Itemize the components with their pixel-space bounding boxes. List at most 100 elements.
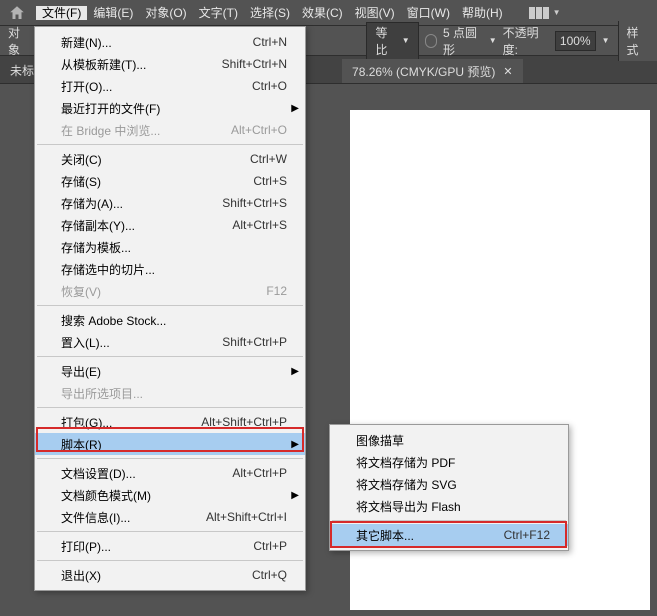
menubar-item[interactable]: 窗口(W) bbox=[401, 6, 456, 20]
file-menu-item[interactable]: 文件信息(I)...Alt+Shift+Ctrl+I bbox=[35, 506, 305, 528]
file-menu-item[interactable]: 存储(S) Ctrl+S bbox=[35, 170, 305, 192]
menu-item-label: 打印(P)... bbox=[61, 538, 233, 555]
opacity-field[interactable]: 100% bbox=[555, 31, 596, 51]
file-menu-item[interactable]: 退出(X) Ctrl+Q bbox=[35, 564, 305, 586]
submenu-arrow-icon: ▶ bbox=[291, 366, 299, 377]
menu-separator bbox=[37, 305, 303, 306]
menu-item-label: 新建(N)... bbox=[61, 34, 233, 51]
menu-item-label: 图像描草 bbox=[356, 432, 550, 449]
close-icon[interactable]: ✕ bbox=[503, 65, 512, 78]
menu-separator bbox=[37, 407, 303, 408]
menu-item-label: 打包(G)... bbox=[61, 414, 181, 431]
menu-item-accelerator: Ctrl+F12 bbox=[504, 528, 550, 542]
opacity-dropdown-icon[interactable]: ▼ bbox=[602, 36, 610, 45]
menubar-item[interactable]: 文件(F) bbox=[36, 6, 87, 20]
menu-item-label: 将文档存储为 SVG bbox=[356, 476, 550, 493]
menu-separator bbox=[37, 560, 303, 561]
menu-item-label: 其它脚本... bbox=[356, 527, 484, 544]
menu-separator bbox=[37, 356, 303, 357]
menu-item-accelerator: Shift+Ctrl+P bbox=[222, 335, 287, 349]
menu-item-label: 将文档导出为 Flash bbox=[356, 498, 550, 515]
document-tab[interactable]: 78.26% (CMYK/GPU 预览) ✕ bbox=[342, 59, 523, 83]
submenu-arrow-icon: ▶ bbox=[291, 490, 299, 501]
file-menu-item[interactable]: 打包(G)... Alt+Shift+Ctrl+P bbox=[35, 411, 305, 433]
menu-item-accelerator: Ctrl+P bbox=[253, 539, 287, 553]
menu-item-accelerator: Ctrl+W bbox=[250, 152, 287, 166]
file-menu-item[interactable]: 最近打开的文件(F)▶ bbox=[35, 97, 305, 119]
file-menu-item[interactable]: 导出(E) ▶ bbox=[35, 360, 305, 382]
menu-item-label: 将文档存储为 PDF bbox=[356, 454, 550, 471]
menu-item-label: 存储为(A)... bbox=[61, 195, 202, 212]
opacity-label: 不透明度: bbox=[503, 24, 549, 58]
menu-item-label: 存储为模板... bbox=[61, 239, 287, 256]
menu-item-label: 搜索 Adobe Stock... bbox=[61, 312, 287, 329]
menu-item-label: 恢复(V) bbox=[61, 283, 246, 300]
menu-item-label: 存储选中的切片... bbox=[61, 261, 287, 278]
ratio-select[interactable]: 等比▼ bbox=[366, 22, 418, 60]
style-button[interactable]: 样式 bbox=[618, 21, 657, 61]
script-submenu-item[interactable]: 将文档存储为 PDF bbox=[330, 451, 568, 473]
menu-item-label: 文档颜色模式(M) bbox=[61, 487, 287, 504]
submenu-arrow-icon: ▶ bbox=[291, 439, 299, 450]
file-menu-item[interactable]: 存储选中的切片... bbox=[35, 258, 305, 280]
menu-item-label: 最近打开的文件(F) bbox=[61, 100, 287, 117]
file-menu-item: 恢复(V) F12 bbox=[35, 280, 305, 302]
file-menu-item: 导出所选项目... bbox=[35, 382, 305, 404]
menubar-item[interactable]: 编辑(E) bbox=[87, 6, 139, 20]
file-menu-item[interactable]: 从模板新建(T)...Shift+Ctrl+N bbox=[35, 53, 305, 75]
menubar-item[interactable]: 文字(T) bbox=[193, 6, 244, 20]
menu-item-label: 退出(X) bbox=[61, 567, 232, 584]
file-menu-item[interactable]: 打印(P)... Ctrl+P bbox=[35, 535, 305, 557]
menu-item-label: 导出所选项目... bbox=[61, 385, 287, 402]
menubar-item[interactable]: 效果(C) bbox=[296, 6, 349, 20]
menu-item-accelerator: F12 bbox=[266, 284, 287, 298]
file-menu-item[interactable]: 脚本(R) ▶ bbox=[35, 433, 305, 455]
menu-item-label: 脚本(R) bbox=[61, 436, 287, 453]
file-menu-item[interactable]: 存储为(A)... Shift+Ctrl+S bbox=[35, 192, 305, 214]
menu-item-accelerator: Ctrl+Q bbox=[252, 568, 287, 582]
menu-item-accelerator: Alt+Ctrl+P bbox=[232, 466, 287, 480]
file-menu-item[interactable]: 存储为模板... bbox=[35, 236, 305, 258]
menu-item-label: 文档设置(D)... bbox=[61, 465, 212, 482]
menu-separator bbox=[37, 458, 303, 459]
menu-item-accelerator: Shift+Ctrl+S bbox=[222, 196, 287, 210]
script-submenu: 图像描草将文档存储为 PDF 将文档存储为 SVG 将文档导出为 Flash 其它脚本… bbox=[329, 424, 569, 551]
stroke-swatch[interactable]: 5 点圆形▼ bbox=[425, 24, 497, 58]
file-menu: 新建(N)...Ctrl+N从模板新建(T)...Shift+Ctrl+N打开(… bbox=[34, 26, 306, 591]
menubar-item[interactable]: 视图(V) bbox=[349, 6, 401, 20]
home-icon[interactable] bbox=[8, 4, 26, 22]
menubar-item[interactable]: 对象(O) bbox=[139, 6, 192, 20]
menu-item-accelerator: Ctrl+S bbox=[253, 174, 287, 188]
menu-item-accelerator: Ctrl+O bbox=[252, 79, 287, 93]
menu-item-label: 在 Bridge 中浏览... bbox=[61, 122, 211, 139]
file-menu-item: 在 Bridge 中浏览... Alt+Ctrl+O bbox=[35, 119, 305, 141]
menu-separator bbox=[37, 531, 303, 532]
script-submenu-item[interactable]: 图像描草 bbox=[330, 429, 568, 451]
file-menu-item[interactable]: 关闭(C) Ctrl+W bbox=[35, 148, 305, 170]
script-submenu-item[interactable]: 将文档导出为 Flash bbox=[330, 495, 568, 517]
menu-separator bbox=[37, 144, 303, 145]
menubar-item[interactable]: 选择(S) bbox=[244, 6, 296, 20]
menu-item-accelerator: Alt+Shift+Ctrl+I bbox=[206, 510, 287, 524]
menu-item-accelerator: Alt+Ctrl+S bbox=[232, 218, 287, 232]
no-selection-label: 对象 bbox=[8, 24, 30, 58]
file-menu-item[interactable]: 存储副本(Y)...Alt+Ctrl+S bbox=[35, 214, 305, 236]
file-menu-item[interactable]: 文档颜色模式(M) ▶ bbox=[35, 484, 305, 506]
file-menu-item[interactable]: 搜索 Adobe Stock... bbox=[35, 309, 305, 331]
arrange-documents-icon[interactable]: ▼ bbox=[529, 7, 561, 19]
menu-item-accelerator: Shift+Ctrl+N bbox=[222, 57, 287, 71]
script-submenu-item[interactable]: 其它脚本... Ctrl+F12 bbox=[330, 524, 568, 546]
file-menu-item[interactable]: 打开(O)... Ctrl+O bbox=[35, 75, 305, 97]
menu-item-label: 打开(O)... bbox=[61, 78, 232, 95]
menu-item-label: 导出(E) bbox=[61, 363, 287, 380]
menu-item-label: 存储(S) bbox=[61, 173, 233, 190]
menu-item-accelerator: Alt+Shift+Ctrl+P bbox=[201, 415, 287, 429]
script-submenu-item[interactable]: 将文档存储为 SVG bbox=[330, 473, 568, 495]
menu-item-label: 关闭(C) bbox=[61, 151, 230, 168]
file-menu-item[interactable]: 新建(N)...Ctrl+N bbox=[35, 31, 305, 53]
menubar-item[interactable]: 帮助(H) bbox=[456, 6, 509, 20]
menu-separator bbox=[332, 520, 566, 521]
file-menu-item[interactable]: 文档设置(D)... Alt+Ctrl+P bbox=[35, 462, 305, 484]
file-menu-item[interactable]: 置入(L)...Shift+Ctrl+P bbox=[35, 331, 305, 353]
menu-item-accelerator: Alt+Ctrl+O bbox=[231, 123, 287, 137]
